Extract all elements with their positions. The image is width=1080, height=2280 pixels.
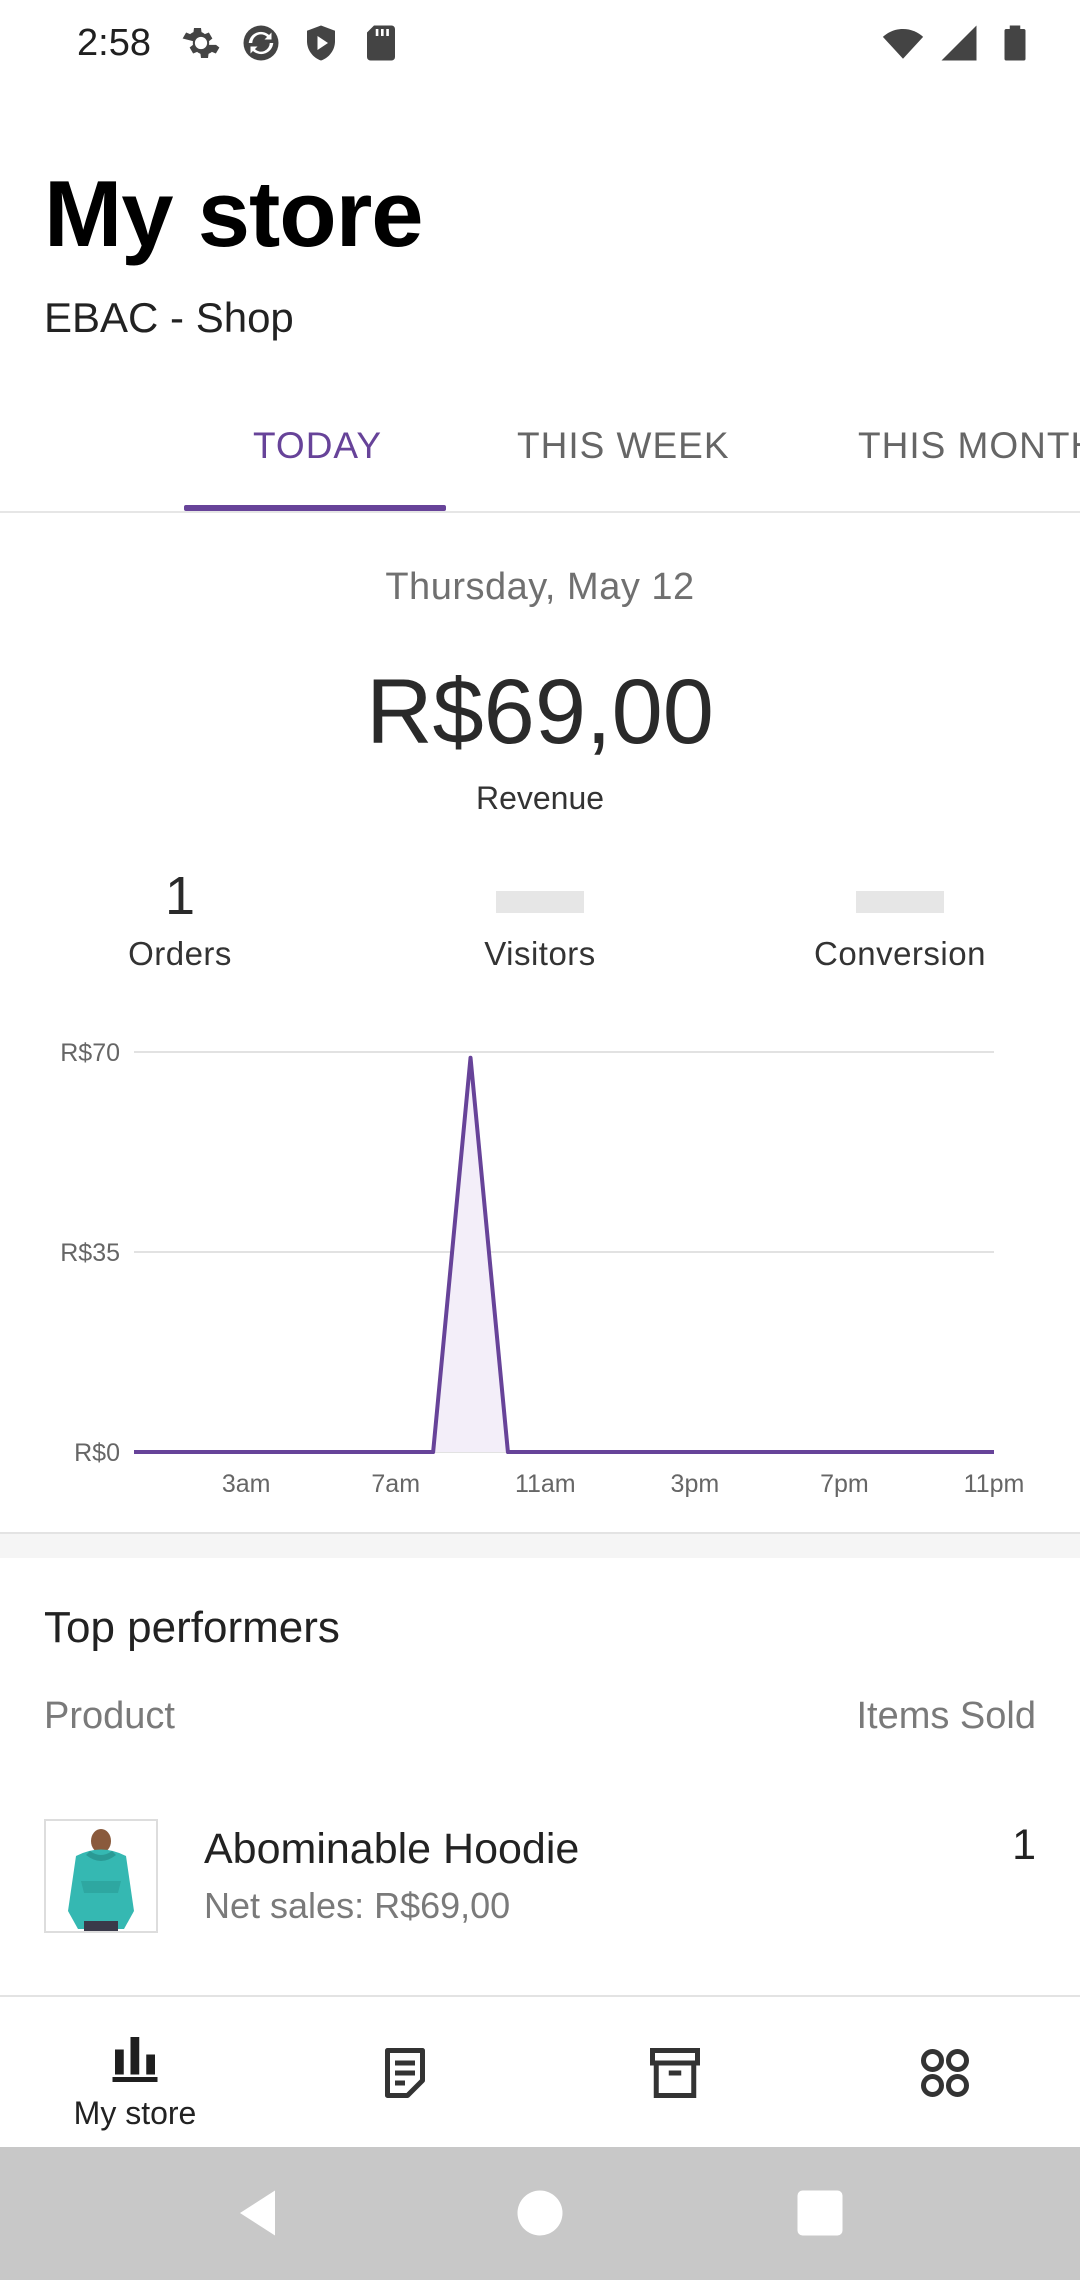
product-thumbnail: [44, 1819, 158, 1933]
date-range-tabs: TODAY THIS WEEK THIS MONTH: [0, 385, 1080, 513]
section-divider: [0, 1532, 1080, 1558]
y-tick-label: R$35: [60, 1239, 120, 1267]
top-performers-title: Top performers: [44, 1603, 340, 1652]
x-tick-label: 3am: [222, 1470, 271, 1498]
conversion-placeholder: [856, 891, 944, 913]
x-tick-label: 11pm: [964, 1470, 1025, 1498]
status-bar: 2:58: [0, 0, 1080, 90]
signal-icon: [941, 25, 977, 61]
orders-icon: [385, 2048, 425, 2098]
column-header-items-sold: Items Sold: [856, 1695, 1036, 1737]
x-tick-label: 11am: [515, 1470, 576, 1498]
nav-my-store[interactable]: My store: [0, 1997, 270, 2149]
sync-icon: [243, 25, 279, 61]
recents-icon[interactable]: [790, 2183, 850, 2243]
battery-icon: [1004, 25, 1026, 61]
visitors-placeholder: [496, 891, 584, 913]
back-icon[interactable]: [230, 2183, 290, 2243]
y-tick-label: R$70: [60, 1039, 120, 1067]
nav-orders[interactable]: [270, 1997, 540, 2149]
shield-icon: [307, 25, 335, 61]
orders-label: Orders: [128, 935, 232, 972]
visitors-stat: Visitors: [360, 865, 720, 973]
revenue-value: R$69,00: [366, 661, 714, 763]
product-net-sales: Net sales: R$69,00: [204, 1885, 511, 1926]
tab-today[interactable]: TODAY: [253, 425, 382, 467]
home-icon[interactable]: [510, 2183, 570, 2243]
more-icon: [921, 2049, 969, 2097]
x-tick-label: 7am: [371, 1470, 420, 1498]
x-tick-label: 7pm: [820, 1470, 869, 1498]
series-area: [134, 1057, 994, 1452]
product-items-sold: 1: [1012, 1821, 1036, 1869]
nav-more[interactable]: [810, 1997, 1080, 2149]
conversion-stat: Conversion: [720, 865, 1080, 973]
settings-icon: [182, 27, 220, 59]
page-title: My store: [44, 161, 424, 266]
system-navigation-bar: [0, 2147, 1080, 2280]
hoodie-image-icon: [46, 1821, 156, 1931]
list-item[interactable]: Abominable Hoodie Net sales: R$69,00 1: [0, 1805, 1080, 1985]
revenue-label: Revenue: [475, 780, 605, 816]
products-icon: [650, 2048, 700, 2098]
nav-products[interactable]: [540, 1997, 810, 2149]
revenue-chart[interactable]: R$70 R$35 R$0 3am 7am 11am 3pm 7pm 11pm: [0, 1020, 1080, 1510]
x-tick-label: 3pm: [671, 1470, 720, 1498]
status-time: 2:58: [77, 22, 151, 64]
visitors-label: Visitors: [484, 935, 596, 972]
date-label: Thursday, May 12: [385, 566, 695, 608]
conversion-label: Conversion: [814, 935, 986, 972]
y-tick-label: R$0: [74, 1439, 120, 1467]
tab-indicator: [184, 505, 446, 511]
tab-this-month[interactable]: THIS MONTH: [858, 425, 1080, 467]
bar-chart-icon: [112, 2037, 158, 2082]
wifi-icon: [882, 29, 924, 59]
orders-value: 1: [164, 866, 196, 926]
sd-card-icon: [367, 25, 395, 61]
product-name: Abominable Hoodie: [204, 1825, 580, 1873]
column-header-product: Product: [44, 1695, 175, 1737]
orders-stat: 1 Orders: [0, 865, 360, 973]
store-name: EBAC - Shop: [44, 294, 294, 341]
tab-this-week[interactable]: THIS WEEK: [517, 425, 730, 467]
nav-label-my-store: My store: [73, 2095, 197, 2131]
series-line: [134, 1055, 994, 1454]
bottom-navigation: My store: [0, 1995, 1080, 2147]
